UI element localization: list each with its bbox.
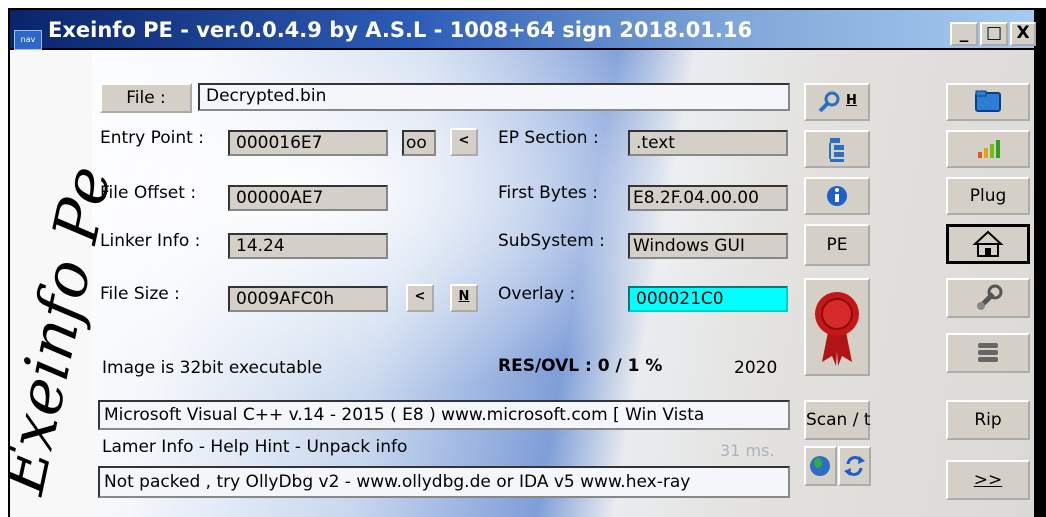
refresh-button[interactable]	[838, 446, 871, 486]
close-button[interactable]: X	[1010, 22, 1036, 46]
hint-field[interactable]: Not packed , try OllyDbg v2 - www.ollydb…	[98, 466, 790, 498]
stats-button[interactable]	[946, 130, 1030, 168]
scan-time-text: 31 ms.	[720, 441, 775, 460]
file-button-label: File :	[126, 88, 166, 108]
minimize-button[interactable]: _	[950, 22, 978, 46]
pe-button-label: PE	[826, 235, 848, 255]
client-area: Exeinfo Pe File : Decrypted.bin Entry Po…	[10, 50, 1034, 517]
open-folder-button[interactable]	[946, 83, 1030, 121]
entry-point-back-button[interactable]: <	[450, 128, 478, 156]
ep-section-label: EP Section :	[498, 128, 599, 148]
ep-section-field[interactable]: .text	[628, 130, 788, 156]
overlay-field[interactable]: 000021C0	[628, 286, 788, 312]
menu-button[interactable]	[946, 333, 1030, 373]
file-size-back-button[interactable]: <	[406, 284, 434, 312]
wrench-icon	[977, 284, 1003, 310]
detection-field[interactable]: Microsoft Visual C++ v.14 - 2015 ( E8 ) …	[98, 400, 790, 430]
rip-button[interactable]: Rip	[946, 400, 1030, 440]
lamer-info-text[interactable]: Lamer Info - Help Hint - Unpack info	[102, 437, 407, 457]
file-name-field[interactable]: Decrypted.bin	[198, 83, 790, 111]
maximize-button[interactable]: □	[980, 22, 1008, 46]
file-offset-field[interactable]: 00000AE7	[228, 185, 388, 211]
image-info-text: Image is 32bit executable	[102, 358, 323, 378]
entry-point-field[interactable]: 000016E7	[228, 130, 388, 156]
file-offset-label: File Offset :	[100, 183, 197, 203]
rip-button-label: Rip	[974, 410, 1002, 430]
plug-button-label: Plug	[969, 186, 1007, 206]
linker-info-label: Linker Info :	[100, 231, 201, 251]
magnifier-icon	[818, 91, 840, 113]
file-button[interactable]: File :	[100, 83, 192, 113]
scan-button[interactable]: Scan / t	[804, 400, 871, 440]
entry-point-oo-button[interactable]: oo	[402, 130, 436, 156]
info-icon	[827, 186, 847, 206]
file-size-n-button[interactable]: N	[450, 284, 478, 312]
first-bytes-label: First Bytes :	[498, 183, 599, 203]
web-button[interactable]	[804, 446, 837, 486]
more-button[interactable]: >>	[946, 460, 1030, 500]
search-h-button[interactable]: H	[804, 83, 870, 121]
logo-strip: Exeinfo Pe	[10, 50, 125, 517]
red-seal-icon	[815, 292, 859, 366]
sections-button[interactable]	[804, 130, 870, 168]
file-size-label: File Size :	[100, 284, 180, 304]
tree-list-icon	[829, 138, 844, 162]
folder-icon	[975, 90, 1001, 112]
scan-button-label: Scan / t	[806, 410, 871, 430]
first-bytes-field[interactable]: E8.2F.04.00.00	[628, 185, 788, 211]
more-button-label: >>	[973, 470, 1003, 490]
res-ovl-text: RES/OVL : 0 / 1 %	[498, 356, 663, 376]
award-button[interactable]	[804, 278, 870, 376]
info-button[interactable]	[804, 177, 870, 215]
pe-button[interactable]: PE	[804, 224, 870, 266]
subsystem-label: SubSystem :	[498, 231, 605, 251]
entry-point-label: Entry Point :	[100, 128, 204, 148]
file-size-n-label: N	[458, 289, 470, 304]
app-icon[interactable]: nav	[14, 30, 42, 50]
home-icon	[972, 230, 1004, 257]
signal-bars-icon	[978, 140, 1000, 158]
refresh-icon	[844, 456, 865, 476]
res-year-text: 2020	[734, 358, 778, 378]
subsystem-field[interactable]: Windows GUI	[628, 233, 788, 259]
stack-icon	[978, 343, 998, 362]
home-button[interactable]	[946, 224, 1030, 264]
overlay-label: Overlay :	[498, 284, 576, 304]
tools-button[interactable]	[946, 278, 1030, 318]
globe-icon	[810, 456, 830, 476]
window-title: Exeinfo PE - ver.0.0.4.9 by A.S.L - 1008…	[48, 18, 753, 42]
search-h-label: H	[846, 93, 857, 108]
plug-button[interactable]: Plug	[946, 177, 1030, 215]
file-size-field[interactable]: 0009AFC0h	[228, 286, 388, 312]
linker-info-field[interactable]: 14.24	[228, 233, 388, 259]
